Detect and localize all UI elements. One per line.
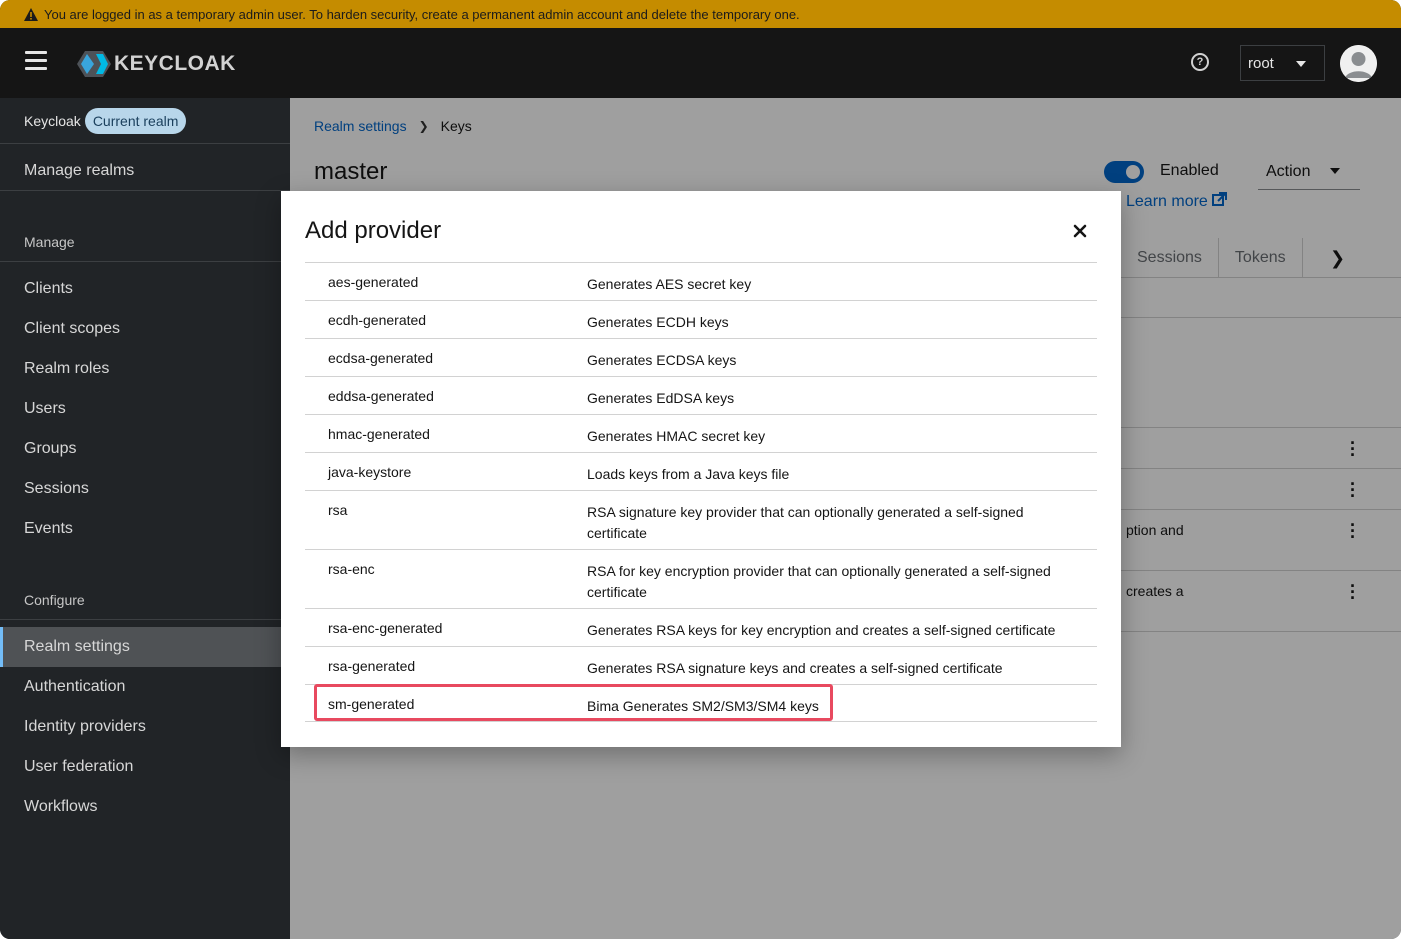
section-configure: Configure (0, 580, 290, 620)
sidebar-item-realm-roles[interactable]: Realm roles (0, 349, 290, 389)
provider-name: eddsa-generated (328, 388, 434, 404)
user-name: root (1248, 54, 1274, 72)
provider-description: Generates EdDSA keys (587, 390, 735, 406)
provider-name: rsa-enc-generated (328, 620, 443, 636)
realm-selector[interactable]: Keycloak Current realm (0, 98, 290, 144)
provider-name: hmac-generated (328, 426, 430, 442)
provider-name: java-keystore (328, 464, 412, 480)
provider-description: RSA for key encryption provider that can… (587, 563, 1051, 600)
provider-description: Generates RSA keys for key encryption an… (587, 622, 1056, 638)
sidebar-item-manage-realms[interactable]: Manage realms (0, 151, 290, 191)
sidebar-item-user-federation[interactable]: User federation (0, 747, 290, 787)
modal-title: Add provider (305, 217, 442, 244)
provider-name: aes-generated (328, 274, 419, 290)
provider-row-java-keystore[interactable]: java-keystore Loads keys from a Java key… (305, 452, 1097, 490)
provider-row-sm-generated[interactable]: sm-generated Bima Generates SM2/SM3/SM4 … (305, 684, 1097, 722)
masthead: KEYCLOAK ? root (0, 28, 1401, 98)
provider-list: aes-generated Generates AES secret key e… (305, 262, 1097, 722)
add-provider-modal: Add provider aes-generated Generates AES… (281, 191, 1121, 747)
sidebar-item-events[interactable]: Events (0, 509, 290, 549)
provider-description: Generates ECDSA keys (587, 352, 737, 368)
provider-description: Generates RSA signature keys and creates… (587, 660, 1003, 676)
sidebar-item-client-scopes[interactable]: Client scopes (0, 309, 290, 349)
avatar[interactable] (1340, 45, 1377, 82)
sidebar-item-users[interactable]: Users (0, 389, 290, 429)
sidebar-item-sessions[interactable]: Sessions (0, 469, 290, 509)
logo-text: KEYCLOAK (114, 52, 236, 75)
current-realm-badge: Current realm (84, 107, 187, 134)
provider-name: rsa (328, 502, 348, 518)
app-window: You are logged in as a temporary admin u… (0, 0, 1401, 939)
provider-row-rsa-enc[interactable]: rsa-enc RSA for key encryption provider … (305, 549, 1097, 608)
sidebar-item-groups[interactable]: Groups (0, 429, 290, 469)
sidebar-item-authentication[interactable]: Authentication (0, 667, 290, 707)
provider-row-ecdsa-generated[interactable]: ecdsa-generated Generates ECDSA keys (305, 338, 1097, 376)
keycloak-logo-icon (77, 51, 111, 77)
sidebar-item-realm-settings[interactable]: Realm settings (0, 627, 290, 667)
provider-row-rsa[interactable]: rsa RSA signature key provider that can … (305, 490, 1097, 549)
sidebar-item-workflows[interactable]: Workflows (0, 787, 290, 827)
close-icon[interactable] (1071, 222, 1089, 240)
user-dropdown[interactable]: root (1240, 45, 1325, 81)
hamburger-menu-icon[interactable] (25, 51, 47, 71)
provider-description: Generates AES secret key (587, 276, 752, 292)
provider-row-aes-generated[interactable]: aes-generated Generates AES secret key (305, 262, 1097, 300)
sidebar-item-identity-providers[interactable]: Identity providers (0, 707, 290, 747)
provider-row-eddsa-generated[interactable]: eddsa-generated Generates EdDSA keys (305, 376, 1097, 414)
sidebar: Keycloak Current realm Manage realms Man… (0, 98, 290, 939)
section-manage: Manage (0, 222, 290, 262)
provider-row-hmac-generated[interactable]: hmac-generated Generates HMAC secret key (305, 414, 1097, 452)
user-avatar-icon (1340, 45, 1377, 82)
provider-description: Generates ECDH keys (587, 314, 729, 330)
temporary-admin-banner: You are logged in as a temporary admin u… (0, 0, 1401, 28)
provider-name: rsa-enc (328, 561, 375, 577)
provider-description: Bima Generates SM2/SM3/SM4 keys (587, 698, 819, 714)
help-icon[interactable]: ? (1191, 53, 1209, 71)
keycloak-logo[interactable]: KEYCLOAK (77, 50, 236, 78)
provider-description: Loads keys from a Java keys file (587, 466, 790, 482)
provider-name: ecdh-generated (328, 312, 427, 328)
provider-name: rsa-generated (328, 658, 416, 674)
sidebar-item-clients[interactable]: Clients (0, 269, 290, 309)
provider-row-rsa-enc-generated[interactable]: rsa-enc-generated Generates RSA keys for… (305, 608, 1097, 646)
provider-description: RSA signature key provider that can opti… (587, 504, 1024, 541)
caret-down-icon (1296, 61, 1306, 67)
provider-row-rsa-generated[interactable]: rsa-generated Generates RSA signature ke… (305, 646, 1097, 684)
banner-text: You are logged in as a temporary admin u… (44, 6, 800, 22)
provider-name: sm-generated (328, 696, 415, 712)
realm-name: Keycloak (24, 112, 81, 129)
warning-icon (24, 7, 38, 21)
provider-name: ecdsa-generated (328, 350, 434, 366)
provider-description: Generates HMAC secret key (587, 428, 766, 444)
provider-row-ecdh-generated[interactable]: ecdh-generated Generates ECDH keys (305, 300, 1097, 338)
